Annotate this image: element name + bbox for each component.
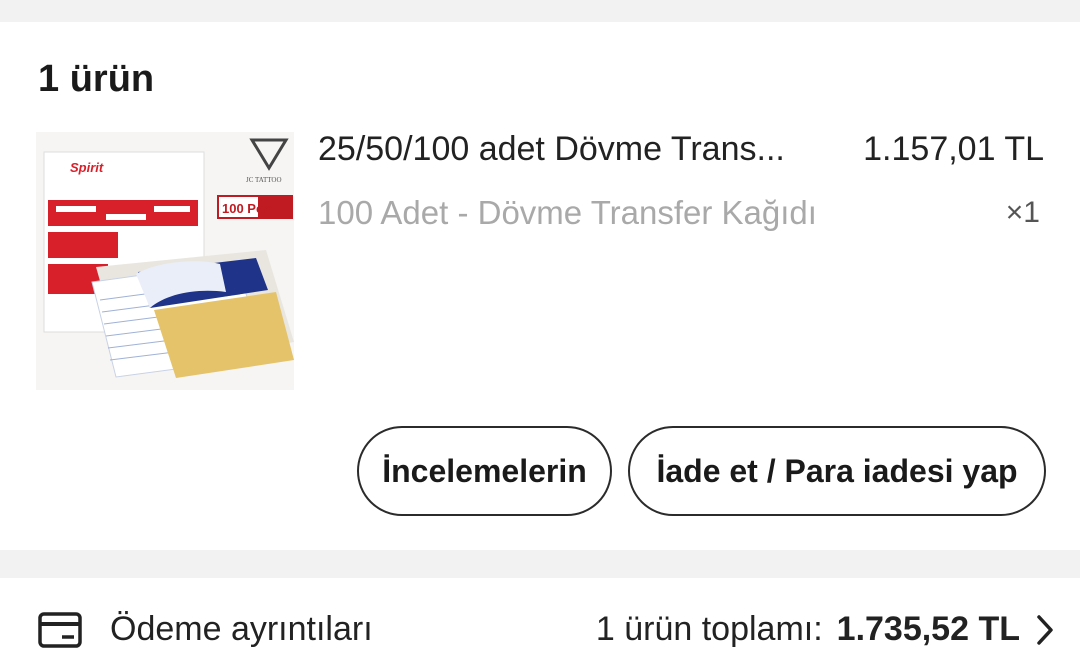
total-amount: 1.735,52 TL: [836, 610, 1020, 648]
product-price: 1.157,01 TL: [863, 130, 1044, 168]
product-name[interactable]: 25/50/100 adet Dövme Trans...: [318, 130, 838, 169]
refund-button[interactable]: İade et / Para iadesi yap: [628, 426, 1046, 516]
total-label: 1 ürün toplamı:: [595, 610, 823, 648]
brand-text: Spirit: [70, 160, 104, 175]
chevron-right-icon: [1037, 614, 1053, 645]
product-variant: 100 Adet - Dövme Transfer Kağıdı: [318, 194, 817, 231]
product-quantity: ×1: [1005, 196, 1040, 229]
order-items-card: 1 ürün Spirit JC TATTOO 100 Pcs 25/50/10…: [0, 22, 1080, 550]
order-total-summary: 1 ürün toplamı: 1.735,52 TL: [596, 610, 1056, 649]
item-count-title: 1 ürün: [38, 58, 155, 100]
pcs-badge: 100 Pcs: [222, 201, 270, 216]
logo-text: JC TATTOO: [246, 176, 282, 184]
product-image[interactable]: Spirit JC TATTOO 100 Pcs: [36, 132, 294, 390]
payment-details-label: Ödeme ayrıntıları: [110, 610, 373, 648]
credit-card-icon: [38, 612, 82, 648]
payment-details-row[interactable]: Ödeme ayrıntıları 1 ürün toplamı: 1.735,…: [0, 578, 1080, 668]
reviews-button[interactable]: İncelemelerin: [357, 426, 612, 516]
transfer-paper-illustration: Spirit JC TATTOO 100 Pcs: [43, 138, 294, 378]
